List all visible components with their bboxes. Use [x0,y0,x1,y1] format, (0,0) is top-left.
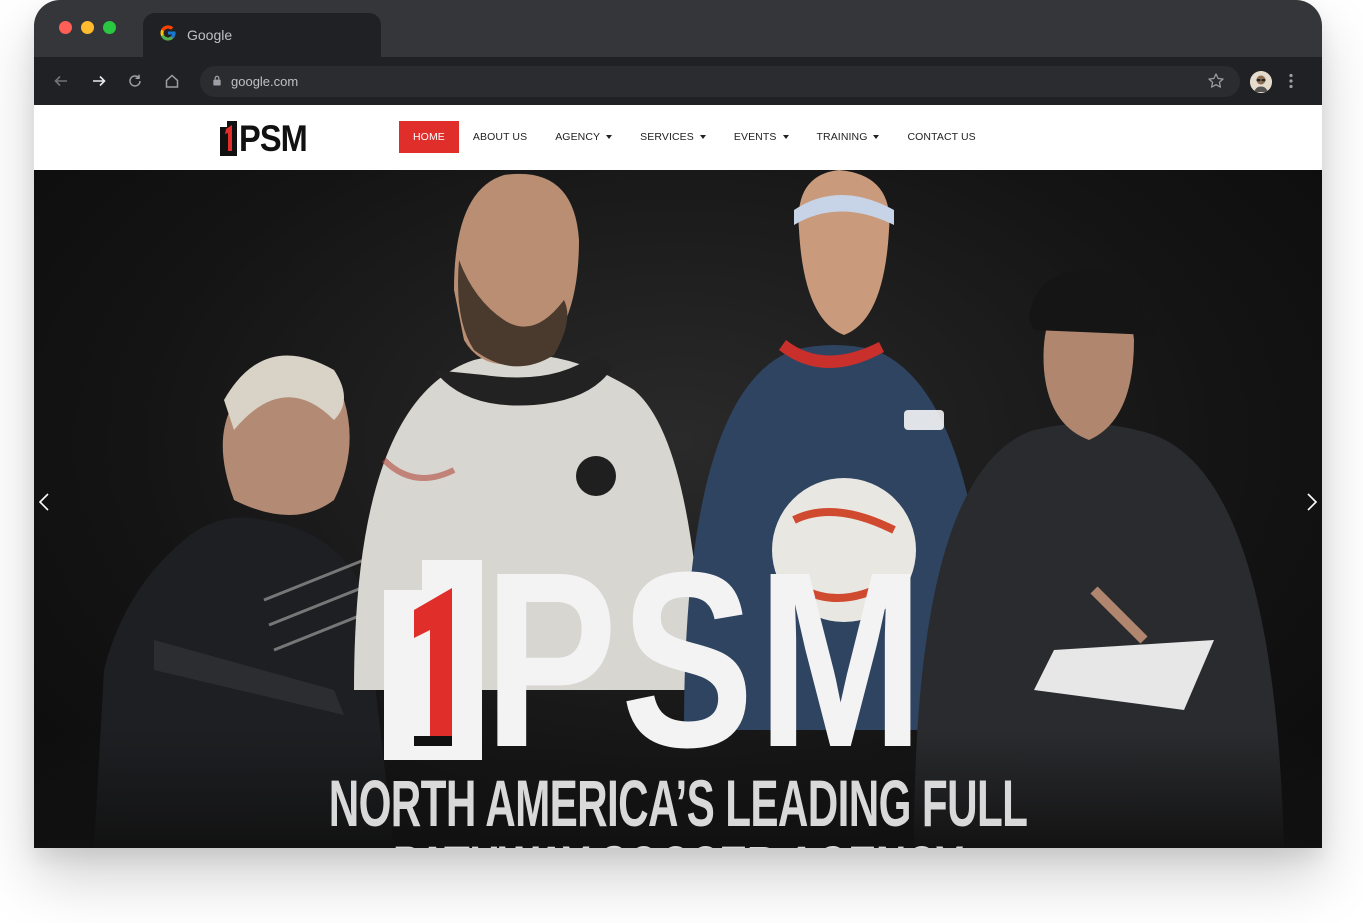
minimize-window-button[interactable] [81,21,94,34]
url-text: google.com [231,74,299,89]
tab-title: Google [187,27,233,43]
nav-home-label: HOME [413,131,445,143]
one-logo-mark-icon [220,120,237,156]
nav-home[interactable]: HOME [399,121,459,153]
dropdown-caret-icon [699,135,706,139]
site-logo[interactable]: PSM [220,119,316,157]
hero-logo-text: PSM [484,520,927,799]
forward-icon[interactable] [87,69,111,93]
browser-tab[interactable]: Google [143,13,381,57]
nav-agency[interactable]: AGENCY [541,121,626,153]
dropdown-caret-icon [606,135,613,139]
reload-icon[interactable] [123,69,147,93]
home-icon[interactable] [160,69,184,93]
nav-training-label: TRAINING [816,131,868,143]
nav-about-us-label: ABOUT US [472,131,528,143]
slider-next-arrow-icon[interactable] [1302,490,1322,514]
browser-toolbar: google.com [34,57,1322,105]
site-logo-text: PSM [239,117,308,159]
maximize-window-button[interactable] [103,21,116,34]
nav-training[interactable]: TRAINING [803,121,894,153]
slider-prev-arrow-icon[interactable] [34,490,54,514]
nav-agency-label: AGENCY [555,131,601,143]
hero-slider: PSM NORTH AMERICA’S LEADING FULL PATHWAY… [34,170,1322,848]
close-window-button[interactable] [59,21,72,34]
nav-about-us[interactable]: ABOUT US [459,121,541,153]
more-menu-icon[interactable] [1279,69,1303,93]
google-favicon-icon [159,24,177,47]
bookmark-star-icon[interactable] [1204,69,1228,93]
nav-services-label: SERVICES [640,131,694,143]
nav-events-label: EVENTS [733,131,777,143]
tab-bar: Google [34,0,1322,57]
address-bar[interactable]: google.com [200,66,1240,97]
dropdown-caret-icon [873,135,880,139]
hero-logo: PSM [384,520,1038,799]
profile-avatar[interactable] [1250,71,1272,93]
dropdown-caret-icon [782,135,789,139]
hero-one-logo-mark-icon [384,560,482,760]
lock-icon [212,73,222,91]
back-icon[interactable] [49,69,73,93]
nav-contact-us[interactable]: CONTACT US [893,121,989,153]
nav-services[interactable]: SERVICES [626,121,720,153]
window-controls [59,21,116,34]
hero-tagline: NORTH AMERICA’S LEADING FULL PATHWAY SOC… [328,766,1028,848]
browser-window: Google google.com PSM HOME ABOUT US AGEN… [34,0,1322,848]
site-header: PSM HOME ABOUT US AGENCY SERVICES EVENTS… [34,105,1322,170]
nav-events[interactable]: EVENTS [720,121,803,153]
nav-contact-us-label: CONTACT US [907,131,976,143]
main-navigation: HOME ABOUT US AGENCY SERVICES EVENTS TRA… [399,121,990,153]
